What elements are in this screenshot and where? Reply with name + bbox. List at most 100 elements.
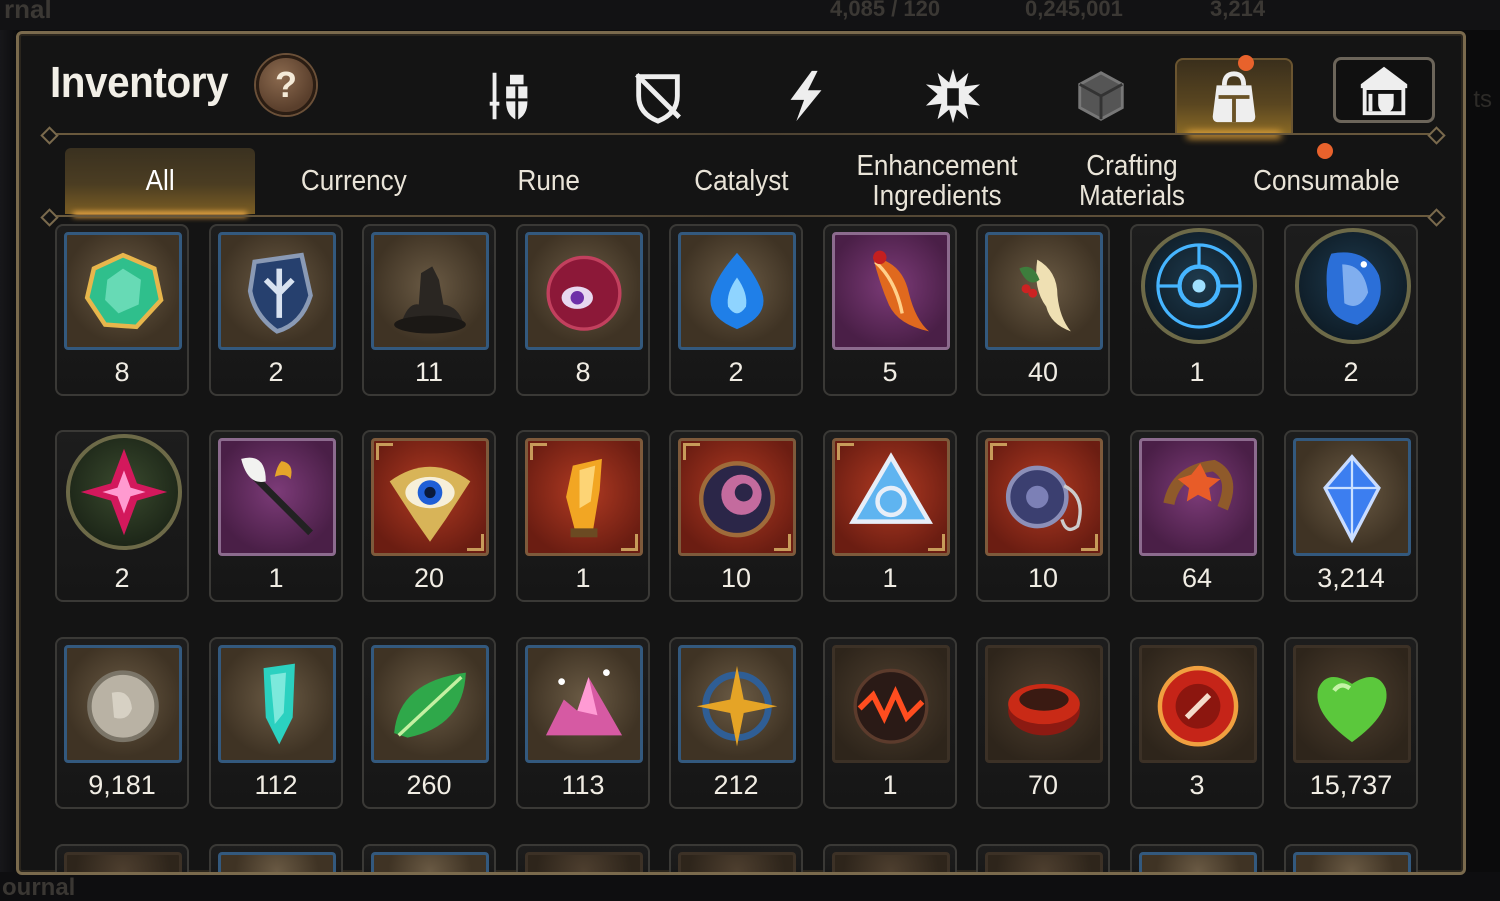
- item-frame: [832, 232, 950, 350]
- tab-equipment[interactable]: [451, 58, 569, 134]
- item-frame: [525, 232, 643, 350]
- inventory-slot[interactable]: 1: [823, 637, 957, 809]
- inventory-slot[interactable]: 1: [209, 430, 343, 602]
- item-frame: [832, 438, 950, 556]
- blue-flame-icon: [710, 252, 764, 330]
- crimson-eye-orb-icon: [546, 255, 622, 331]
- tab-crafting-materials[interactable]: Crafting Materials: [1049, 148, 1214, 214]
- inventory-slot[interactable]: 8: [55, 224, 189, 396]
- header-divider: [47, 133, 1439, 135]
- blue-diamond-icon: [1323, 454, 1381, 544]
- item-frame: [678, 438, 796, 556]
- tab-all[interactable]: All: [65, 148, 255, 214]
- item-frame: [985, 645, 1103, 763]
- item-frame: [1293, 645, 1411, 763]
- inventory-slot[interactable]: 2: [55, 430, 189, 602]
- inventory-slot[interactable]: 2: [209, 224, 343, 396]
- item-frame: [64, 852, 182, 872]
- item-quantity: 112: [254, 770, 298, 800]
- inventory-slot[interactable]: 260: [362, 637, 496, 809]
- inventory-slot[interactable]: [516, 844, 650, 872]
- bag-icon: [1212, 71, 1256, 123]
- inventory-slot[interactable]: 15,737: [1284, 637, 1418, 809]
- item-quantity: 1: [1189, 357, 1205, 387]
- inventory-slot[interactable]: 20: [362, 430, 496, 602]
- item-quantity: 1: [882, 770, 898, 800]
- panel-corner: [1452, 34, 1463, 45]
- item-frame: [525, 438, 643, 556]
- runic-disc-icon: [698, 461, 776, 538]
- inventory-slot[interactable]: 2: [1284, 224, 1418, 396]
- item-quantity: 2: [728, 357, 744, 387]
- inventory-slot[interactable]: 1: [1130, 224, 1264, 396]
- item-quantity: 2: [114, 563, 130, 593]
- pink-star-crystal-icon: [80, 448, 168, 536]
- tab-boosts[interactable]: [747, 58, 865, 134]
- item-frame: [218, 645, 336, 763]
- inventory-slot[interactable]: 10: [669, 430, 803, 602]
- inventory-slot[interactable]: 113: [516, 637, 650, 809]
- tab-chests[interactable]: [1042, 58, 1160, 134]
- tab-enhancement-ingredients[interactable]: Enhancement Ingredients: [829, 148, 1044, 214]
- blue-shield-crest-icon: [247, 252, 313, 334]
- item-frame: [1139, 645, 1257, 763]
- inventory-slot[interactable]: 5: [823, 224, 957, 396]
- inventory-slot[interactable]: 11: [362, 224, 496, 396]
- panel-corner: [19, 861, 30, 872]
- help-button[interactable]: ?: [256, 55, 316, 115]
- tab-crafting-label: Crafting Materials: [1078, 150, 1185, 212]
- item-quantity: 3,214: [1317, 563, 1385, 593]
- inventory-slot[interactable]: [976, 844, 1110, 872]
- tab-catalyst[interactable]: Catalyst: [649, 148, 834, 214]
- inventory-slot[interactable]: 3: [1130, 637, 1264, 809]
- sword-shield-icon: [489, 72, 528, 121]
- broken-shield-icon: [635, 73, 681, 124]
- spiky-emblem-icon: [925, 68, 981, 124]
- red-seal-badge-icon: [1157, 665, 1239, 747]
- inventory-slot[interactable]: 40: [976, 224, 1110, 396]
- dark-tar-icon: [394, 266, 466, 334]
- inventory-slot[interactable]: [209, 844, 343, 872]
- tab-artifacts[interactable]: [599, 58, 717, 134]
- inventory-slot[interactable]: 64: [1130, 430, 1264, 602]
- item-quantity: 15,737: [1309, 770, 1393, 800]
- pink-crystal-pile-icon: [545, 669, 623, 736]
- item-frame: [371, 852, 489, 872]
- inventory-slot[interactable]: 112: [209, 637, 343, 809]
- inventory-slot[interactable]: 3,214: [1284, 430, 1418, 602]
- inventory-slot[interactable]: [1284, 844, 1418, 872]
- inventory-slot[interactable]: [55, 844, 189, 872]
- item-quantity: 8: [114, 357, 130, 387]
- tab-emblems[interactable]: [894, 58, 1012, 134]
- item-quantity: 1: [268, 563, 284, 593]
- green-heart-icon: [1317, 676, 1387, 743]
- item-quantity: 9,181: [88, 770, 156, 800]
- inventory-slot[interactable]: 10: [976, 430, 1110, 602]
- tab-items[interactable]: [1175, 58, 1293, 134]
- tab-rune[interactable]: Rune: [456, 148, 641, 214]
- item-quantity: 64: [1181, 563, 1213, 593]
- tab-currency[interactable]: Currency: [261, 148, 446, 214]
- item-frame: [218, 232, 336, 350]
- background-gem-counter: 3,214: [1210, 0, 1266, 21]
- background-left-strip: [0, 30, 16, 872]
- inventory-slot[interactable]: 1: [516, 430, 650, 602]
- tab-guild-storage[interactable]: [1333, 57, 1435, 123]
- tab-all-label: All: [145, 165, 175, 197]
- inventory-slot[interactable]: 2: [669, 224, 803, 396]
- inventory-slot[interactable]: 9,181: [55, 637, 189, 809]
- inventory-slot[interactable]: 8: [516, 224, 650, 396]
- item-quantity: 113: [561, 770, 605, 800]
- inventory-slot[interactable]: [669, 844, 803, 872]
- tab-enhancement-label: Enhancement Ingredients: [855, 150, 1018, 212]
- inventory-slot[interactable]: [362, 844, 496, 872]
- inventory-slot[interactable]: [1130, 844, 1264, 872]
- panel-corner: [19, 34, 30, 45]
- item-quantity: 1: [882, 563, 898, 593]
- item-quantity: 20: [413, 563, 445, 593]
- inventory-slot[interactable]: 212: [669, 637, 803, 809]
- inventory-slot[interactable]: [823, 844, 957, 872]
- inventory-slot[interactable]: 70: [976, 637, 1110, 809]
- inventory-panel: Inventory ? All Currency Rune Catalyst E…: [16, 31, 1466, 875]
- inventory-slot[interactable]: 1: [823, 430, 957, 602]
